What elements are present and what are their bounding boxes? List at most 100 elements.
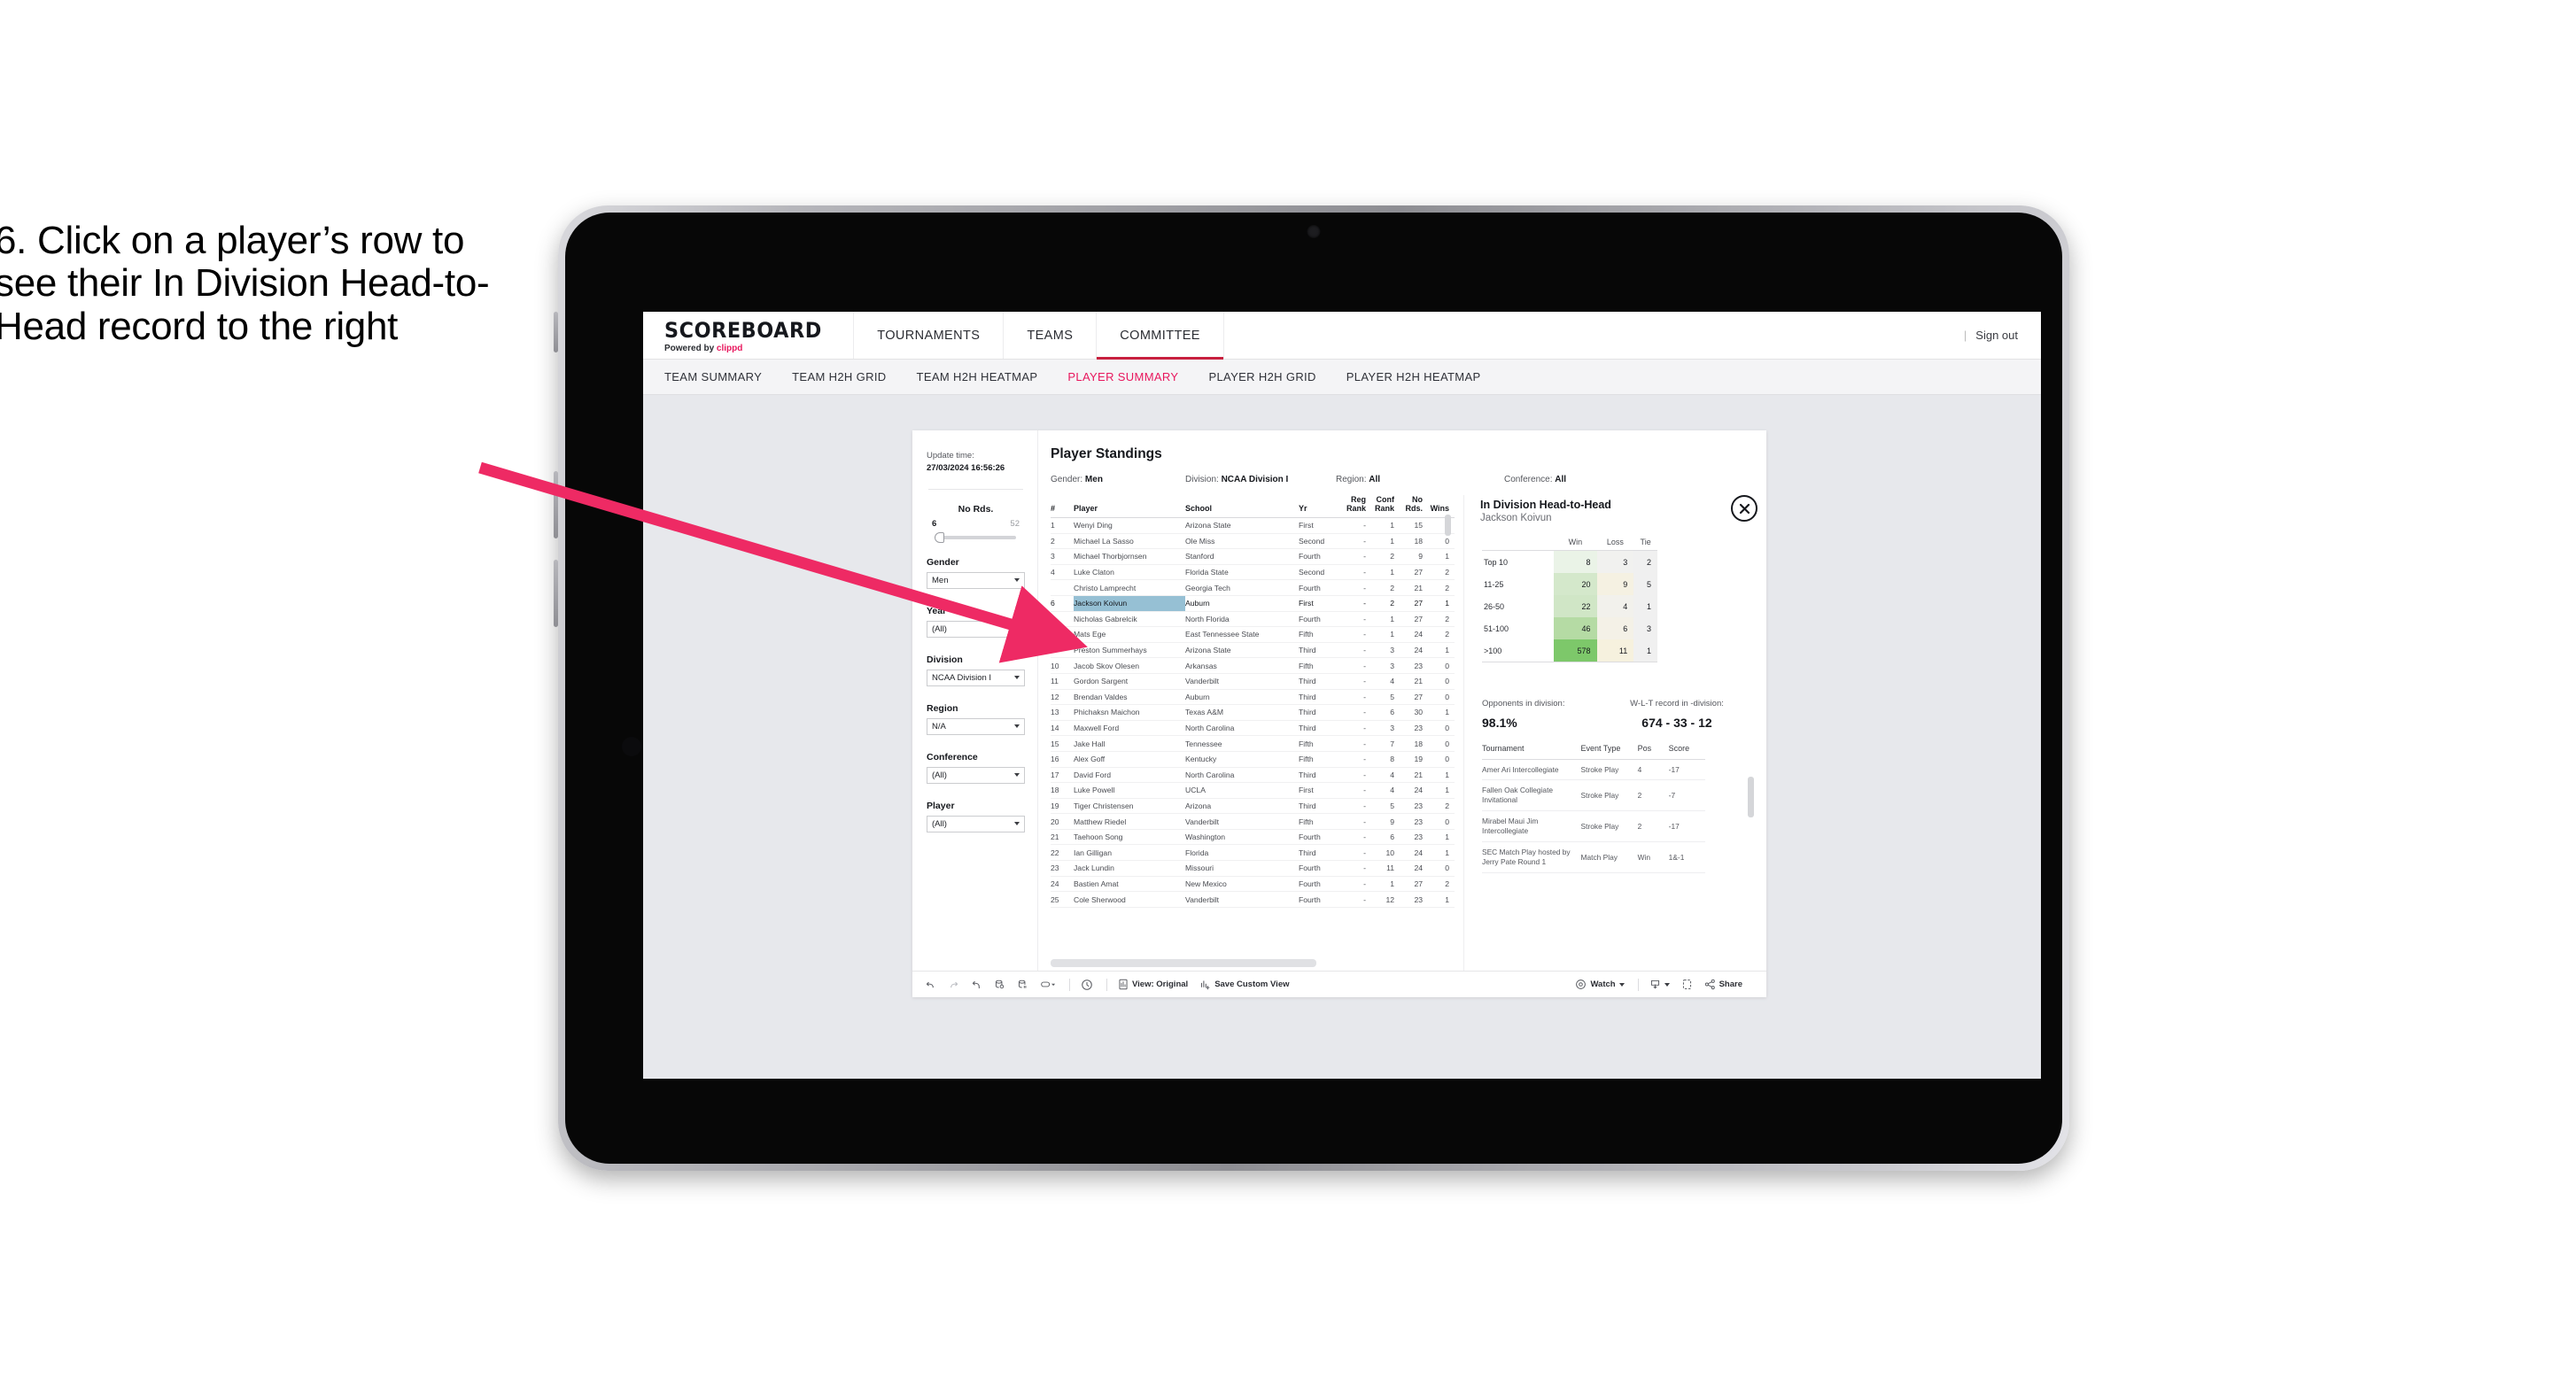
- filter-region-value: N/A: [932, 721, 946, 732]
- table-row[interactable]: 21 Taehoon Song Washington Fourth -6 23 1: [1051, 829, 1455, 846]
- pause-data-icon[interactable]: [1017, 979, 1028, 990]
- table-row[interactable]: 7 Nicholas Gabrelcik North Florida Fourth -1…: [1051, 611, 1455, 628]
- standings-header-row: # Player School Yr Reg Rank Conf Rank No…: [1051, 495, 1455, 518]
- table-vertical-scrollbar[interactable]: [1445, 515, 1451, 536]
- tournament-row[interactable]: Amer Ari Intercollegiate Stroke Play 4 -17: [1482, 759, 1705, 781]
- cell-conf-rank: 1: [1371, 533, 1400, 550]
- tab-player-summary[interactable]: PLAYER SUMMARY: [1067, 370, 1178, 383]
- filter-region-label: Region: [927, 702, 958, 714]
- filter-conference-select[interactable]: (All): [927, 766, 1025, 784]
- table-row[interactable]: 3 Michael Thorbjornsen Stanford Fourth -2 9 1: [1051, 548, 1455, 565]
- table-row[interactable]: 16 Alex Goff Kentucky Fifth -8 19 0: [1051, 751, 1455, 768]
- table-row[interactable]: 24 Bastien Amat New Mexico Fourth -1 27 2: [1051, 876, 1455, 893]
- sign-out-link[interactable]: Sign out: [1975, 329, 2018, 342]
- tab-player-h2h-heatmap[interactable]: PLAYER H2H HEATMAP: [1346, 370, 1481, 383]
- share-label: Share: [1719, 979, 1742, 989]
- toolbar-divider-3: [1637, 978, 1639, 991]
- heatmap-row[interactable]: 26-50 22 4 1: [1482, 595, 1657, 617]
- tab-team-h2h-grid[interactable]: TEAM H2H GRID: [792, 370, 886, 383]
- col-yr[interactable]: Yr: [1299, 495, 1345, 518]
- table-row[interactable]: 12 Brendan Valdes Auburn Third -5 27 0: [1051, 689, 1455, 706]
- refresh-data-icon[interactable]: [994, 979, 1005, 990]
- tournament-row[interactable]: Fallen Oak Collegiate Invitational Stroke…: [1482, 779, 1705, 812]
- tournament-row[interactable]: SEC Match Play hosted by Jerry Pate Roun…: [1482, 841, 1705, 873]
- cell-reg-rank: -: [1345, 751, 1371, 768]
- heatmap-row[interactable]: Top 10 8 3 2: [1482, 550, 1657, 573]
- filter-division-select[interactable]: NCAA Division I: [927, 669, 1025, 686]
- tab-team-h2h-heatmap[interactable]: TEAM H2H HEATMAP: [917, 370, 1038, 383]
- table-row[interactable]: 22 Ian Gilligan Florida Third -10 24 1: [1051, 844, 1455, 862]
- watch-label: Watch: [1590, 979, 1616, 989]
- nav-committee[interactable]: COMMITTEE: [1097, 312, 1224, 360]
- table-row[interactable]: 18 Luke Powell UCLA First -4 24 1: [1051, 782, 1455, 799]
- undo-icon[interactable]: [925, 979, 936, 990]
- table-row[interactable]: 15 Jake Hall Tennessee Fifth -7 18 0: [1051, 735, 1455, 752]
- tab-player-h2h-grid[interactable]: PLAYER H2H GRID: [1208, 370, 1315, 383]
- heatmap-band-label: >100: [1482, 639, 1555, 662]
- table-row[interactable]: 9 Preston Summerhays Arizona State Third -3 2…: [1051, 642, 1455, 659]
- heatmap-row[interactable]: >100 578 11 1: [1482, 639, 1657, 662]
- cell-reg-rank: -: [1345, 517, 1371, 534]
- tournament-row[interactable]: Mirabel Maui Jim Intercollegiate Stroke P…: [1482, 810, 1705, 843]
- watch-button[interactable]: Watch: [1575, 979, 1625, 990]
- highlight-icon[interactable]: [1040, 979, 1056, 990]
- cell-conf-rank: 8: [1371, 751, 1400, 768]
- col-reg-rank[interactable]: Reg Rank: [1345, 495, 1371, 518]
- close-circle-icon[interactable]: [1731, 495, 1757, 522]
- col-school[interactable]: School: [1185, 495, 1299, 518]
- cell-reg-rank: -: [1345, 595, 1371, 612]
- cell-conf-rank: 9: [1371, 813, 1400, 830]
- heatmap-cell-loss: 11: [1596, 639, 1634, 662]
- tab-team-summary[interactable]: TEAM SUMMARY: [664, 370, 762, 383]
- cell-conf-rank: 2: [1371, 548, 1400, 565]
- filter-region-select[interactable]: N/A: [927, 717, 1025, 735]
- table-row[interactable]: 4 Luke Claton Florida State Second -1 27 2: [1051, 564, 1455, 581]
- revert-icon[interactable]: [971, 979, 982, 990]
- cell-conf-rank: 2: [1371, 579, 1400, 596]
- chevron-down-icon: [1014, 724, 1020, 729]
- cell-yr: Third: [1299, 689, 1345, 706]
- view-original-button[interactable]: View: Original: [1118, 979, 1188, 990]
- cell-no-rds: 21: [1400, 673, 1428, 690]
- redo-icon[interactable]: [948, 979, 959, 990]
- table-row[interactable]: 13 Phichaksn Maichon Texas A&M Third -6 30 1: [1051, 704, 1455, 721]
- share-button[interactable]: Share: [1704, 979, 1742, 990]
- filter-player-select[interactable]: (All): [927, 815, 1025, 832]
- download-button[interactable]: [1649, 979, 1670, 990]
- fullscreen-button[interactable]: [1681, 979, 1693, 990]
- app-screen: SCOREBOARD Powered by clippd TOURNAMENTS…: [643, 312, 2041, 1079]
- cell-reg-rank: -: [1345, 829, 1371, 846]
- nav-tournaments[interactable]: TOURNAMENTS: [854, 312, 1005, 359]
- table-row[interactable]: 2 Michael La Sasso Ole Miss Second -1 18 0: [1051, 533, 1455, 550]
- cell-school: Stanford: [1185, 548, 1299, 565]
- table-row[interactable]: 19 Tiger Christensen Arizona Third -5 23 2: [1051, 798, 1455, 815]
- table-row[interactable]: 11 Gordon Sargent Vanderbilt Third -4 21 0: [1051, 673, 1455, 690]
- tournaments-scrollbar[interactable]: [1748, 777, 1754, 817]
- heatmap-row[interactable]: 51-100 46 6 3: [1482, 617, 1657, 639]
- table-row[interactable]: 8 Mats Ege East Tennessee State Fifth -1 24 2: [1051, 626, 1455, 643]
- table-row[interactable]: 6 Jackson Koivun Auburn First -2 27 1: [1051, 595, 1455, 612]
- col-no-rds[interactable]: No Rds.: [1400, 495, 1428, 518]
- heatmap-row[interactable]: 11-25 20 9 5: [1482, 573, 1657, 595]
- table-row[interactable]: 25 Cole Sherwood Vanderbilt Fourth -12 23 1: [1051, 891, 1455, 908]
- table-row[interactable]: 23 Jack Lundin Missouri Fourth -11 24 0: [1051, 860, 1455, 877]
- nav-teams[interactable]: TEAMS: [1004, 312, 1098, 359]
- table-row[interactable]: 14 Maxwell Ford North Carolina Third -3 23 0: [1051, 720, 1455, 737]
- pause-auto-update-icon[interactable]: [1081, 979, 1093, 991]
- cell-no-rds: 30: [1400, 704, 1428, 721]
- save-custom-view-button[interactable]: Save Custom View: [1199, 979, 1290, 990]
- table-row[interactable]: 1Wenyi DingArizona StateFirst-1151: [1051, 517, 1455, 534]
- col-conf-rank[interactable]: Conf Rank: [1371, 495, 1400, 518]
- table-row[interactable]: 17 David Ford North Carolina Third -4 21 1: [1051, 767, 1455, 784]
- cell-school: North Florida: [1185, 611, 1299, 628]
- cell-wins: 1: [1428, 767, 1455, 784]
- cell-rank: 11: [1051, 673, 1074, 690]
- table-row[interactable]: 10 Jacob Skov Olesen Arkansas Fifth -3 23 0: [1051, 657, 1455, 674]
- table-row[interactable]: Christo Lamprecht Georgia Tech Fourth -2 21 2: [1051, 579, 1455, 596]
- h2h-summary: Opponents in division: 98.1% W-L-T recor…: [1482, 699, 1757, 730]
- table-row[interactable]: 20 Matthew Riedel Vanderbilt Fifth -9 23 0: [1051, 813, 1455, 830]
- cell-school: Vanderbilt: [1185, 891, 1299, 908]
- cell-school: Arizona State: [1185, 517, 1299, 534]
- table-horizontal-scrollbar[interactable]: [1051, 959, 1316, 967]
- col-wins[interactable]: Wins: [1428, 495, 1455, 518]
